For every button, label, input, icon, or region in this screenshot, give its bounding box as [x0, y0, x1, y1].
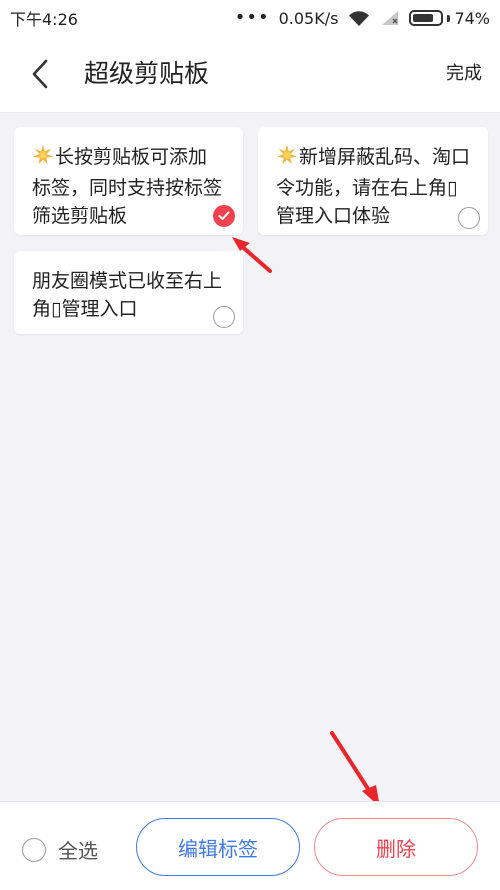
bottom-action-bar: 全选 编辑标签 删除 — [0, 801, 500, 890]
unselected-circle-icon[interactable] — [213, 306, 235, 328]
clip-text: 长按剪贴板可添加标签，同时支持按标签筛选剪贴板 — [32, 146, 223, 227]
star-icon — [32, 144, 54, 174]
selected-check-icon[interactable] — [213, 205, 235, 227]
clip-card[interactable]: 新增屏蔽乱码、淘口令功能，请在右上角▯管理入口体验 — [258, 127, 488, 235]
annotation-arrow-icon — [330, 731, 380, 807]
battery-fill — [413, 14, 433, 22]
more-dots-icon: ••• — [234, 7, 270, 28]
select-all-toggle[interactable]: 全选 — [22, 835, 98, 864]
clip-text: 新增屏蔽乱码、淘口令功能，请在右上角▯管理入口体验 — [276, 146, 471, 227]
status-bar: 下午4:26 ••• 0.05K/s 74% — [0, 0, 500, 36]
page-title: 超级剪贴板 — [84, 59, 210, 88]
back-button[interactable] — [22, 56, 58, 92]
back-arrow-icon — [32, 59, 48, 89]
battery-percent: 74% — [454, 8, 490, 28]
status-indicators: ••• 0.05K/s 74% — [235, 9, 490, 28]
done-button[interactable]: 完成 — [446, 60, 482, 88]
unselected-circle-icon[interactable] — [458, 207, 480, 229]
status-time: 下午4:26 — [10, 10, 78, 29]
network-speed: 0.05K/s — [278, 8, 339, 28]
clipboard-list: 长按剪贴板可添加标签，同时支持按标签筛选剪贴板 新增屏蔽乱码、淘口令功能，请在右… — [0, 113, 500, 807]
unselected-circle-icon — [22, 837, 46, 862]
wifi-icon — [349, 11, 370, 26]
edit-tags-button[interactable]: 编辑标签 — [136, 818, 300, 876]
battery-icon — [409, 10, 444, 26]
title-bar: 超级剪贴板 完成 — [0, 36, 500, 113]
star-icon — [276, 144, 298, 174]
clip-card[interactable]: 朋友圈模式已收至右上角▯管理入口 — [14, 251, 243, 334]
clip-text: 朋友圈模式已收至右上角▯管理入口 — [32, 270, 223, 320]
delete-button[interactable]: 删除 — [314, 818, 478, 876]
battery-indicator: 74% — [409, 9, 490, 28]
clip-card[interactable]: 长按剪贴板可添加标签，同时支持按标签筛选剪贴板 — [14, 127, 243, 235]
select-all-label: 全选 — [58, 839, 98, 863]
cellular-signal-icon — [382, 11, 399, 25]
